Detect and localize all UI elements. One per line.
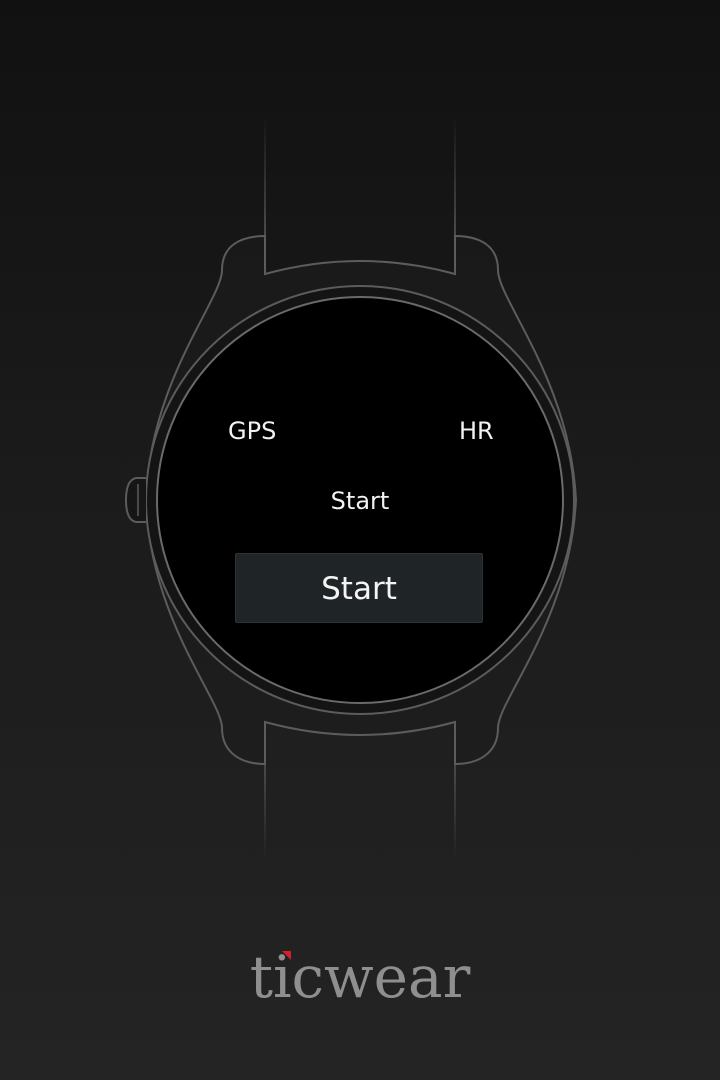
brand-logo: ticwear — [249, 943, 471, 1011]
watch-screen: GPS HR Start Start — [159, 299, 561, 701]
strap-bottom — [264, 722, 456, 860]
crown-button — [124, 477, 146, 523]
hr-label: HR — [459, 417, 494, 445]
gps-label: GPS — [228, 417, 277, 445]
status-text: Start — [330, 487, 390, 515]
strap-top — [264, 115, 456, 274]
start-button[interactable]: Start — [235, 553, 483, 623]
